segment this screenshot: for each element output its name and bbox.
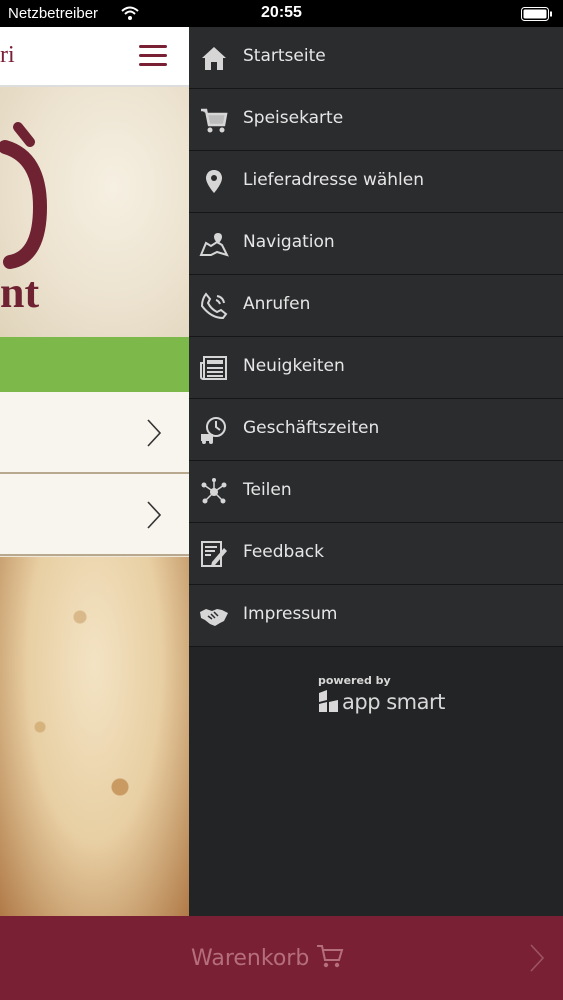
menu-item-impressum[interactable]: Impressum <box>189 585 563 647</box>
clock-truck-icon <box>201 417 226 444</box>
clock-label: 20:55 <box>261 4 302 21</box>
cart-icon <box>201 108 228 133</box>
list-item[interactable] <box>0 392 189 474</box>
powered-by-label: powered by <box>318 674 391 687</box>
menu-item-startseite[interactable]: Startseite <box>189 27 563 89</box>
menu-item-label: Speisekarte <box>243 108 344 128</box>
handshake-icon <box>200 609 228 626</box>
hero-image: nt <box>0 87 189 337</box>
status-bar: Netzbetreiber 20:55 <box>0 0 563 27</box>
menu-item-label: Anrufen <box>243 294 311 314</box>
menu-item-label: Lieferadresse wählen <box>243 170 424 190</box>
phone-icon <box>200 292 228 320</box>
menu-item-anrufen[interactable]: Anrufen <box>189 275 563 337</box>
background-page: ri nt <box>0 27 189 916</box>
food-image <box>0 557 189 916</box>
menu-item-label: Geschäftszeiten <box>243 418 380 438</box>
cart-label: Warenkorb <box>191 946 310 971</box>
home-icon <box>202 47 226 70</box>
menu-item-lieferadresse[interactable]: Lieferadresse wählen <box>189 151 563 213</box>
chevron-right-icon <box>147 501 162 529</box>
menu-item-geschaeftszeiten[interactable]: Geschäftszeiten <box>189 399 563 461</box>
brand-name: app smart <box>342 690 445 714</box>
logo-text: nt <box>0 268 40 317</box>
green-banner[interactable] <box>0 337 189 392</box>
cart-bar[interactable]: Warenkorb <box>0 916 563 1000</box>
newspaper-icon <box>200 356 227 380</box>
menu-item-navigation[interactable]: Navigation <box>189 213 563 275</box>
menu-item-label: Neuigkeiten <box>243 356 345 376</box>
list-item[interactable] <box>0 474 189 556</box>
app-smart-logo-icon <box>319 690 338 712</box>
chevron-right-icon <box>147 419 162 447</box>
menu-item-label: Startseite <box>243 46 326 66</box>
share-icon <box>201 478 227 504</box>
feedback-icon <box>201 541 227 567</box>
menu-item-label: Teilen <box>243 480 292 500</box>
cart-icon <box>317 945 344 968</box>
side-menu: Startseite Speisekarte Lieferadresse wäh… <box>189 27 563 916</box>
menu-item-speisekarte[interactable]: Speisekarte <box>189 89 563 151</box>
menu-item-label: Navigation <box>243 232 335 252</box>
menu-item-teilen[interactable]: Teilen <box>189 461 563 523</box>
menu-item-label: Impressum <box>243 604 338 624</box>
menu-toggle-icon[interactable] <box>139 45 167 67</box>
menu-item-neuigkeiten[interactable]: Neuigkeiten <box>189 337 563 399</box>
page-header: ri <box>0 27 189 87</box>
battery-icon <box>521 7 552 21</box>
map-icon <box>199 233 229 257</box>
chevron-right-icon <box>530 944 545 972</box>
page-title: ri <box>0 42 15 68</box>
menu-item-feedback[interactable]: Feedback <box>189 523 563 585</box>
location-pin-icon <box>206 170 222 193</box>
menu-item-label: Feedback <box>243 542 324 562</box>
